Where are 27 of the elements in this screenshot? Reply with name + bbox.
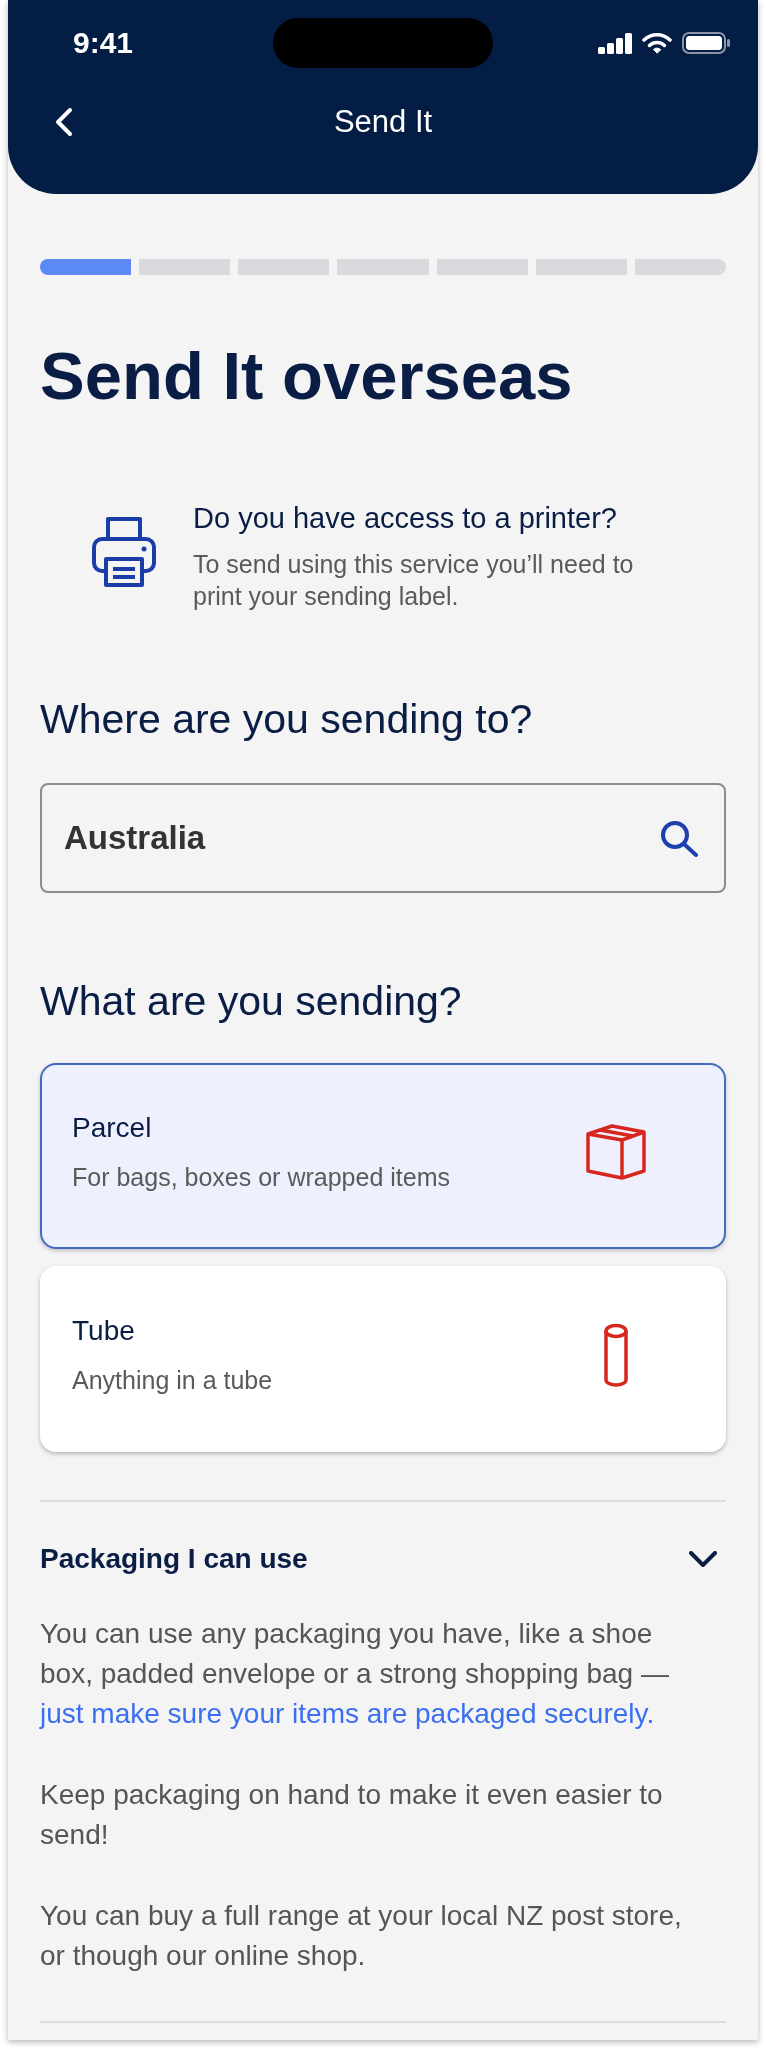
nav-title: Send It xyxy=(333,103,433,141)
body-text: Keep packaging on hand to make it even easier to send! xyxy=(40,1778,664,1852)
body-text: You can buy a full range at your local NZ post store, or though our online shop. xyxy=(40,1899,683,1973)
option-card[interactable]: Parcel For bags, boxes or wrapped items xyxy=(40,1063,726,1249)
option-title: Tube xyxy=(72,1314,136,1348)
section-heading: What are you sending? xyxy=(40,977,463,1025)
box-icon xyxy=(586,1124,646,1180)
search-icon xyxy=(659,819,699,857)
signal-icon xyxy=(598,32,632,54)
option-description: For bags, boxes or wrapped items xyxy=(72,1162,450,1193)
option-description: Anything in a tube xyxy=(72,1365,273,1396)
status-time: 9:41 xyxy=(73,25,134,61)
option-title: Parcel xyxy=(72,1111,153,1145)
notice-title: Do you have access to a printer? xyxy=(193,501,618,536)
chevron-left-icon xyxy=(54,107,74,137)
wifi-icon xyxy=(642,32,672,54)
tube-icon xyxy=(604,1323,628,1387)
printer-icon xyxy=(92,517,156,587)
page-title: Send It overseas xyxy=(40,343,574,409)
section-heading: Where are you sending to? xyxy=(40,695,534,743)
battery-icon xyxy=(682,32,730,54)
notice-text: To send using this service you’ll need to print your sending label. xyxy=(193,549,635,612)
body-text: You can use any packaging you have, like a shoe box, padded envelope or a strong shopping bag — just make sure your items are packaged securely. xyxy=(40,1617,670,1731)
search-field[interactable]: Australia xyxy=(40,783,726,893)
accordion-header[interactable]: Packaging I can use xyxy=(40,1541,726,1577)
option-card[interactable]: Tube Anything in a tube xyxy=(40,1266,726,1452)
text-link[interactable]: just make sure your items are packaged securely. xyxy=(40,1698,655,1729)
